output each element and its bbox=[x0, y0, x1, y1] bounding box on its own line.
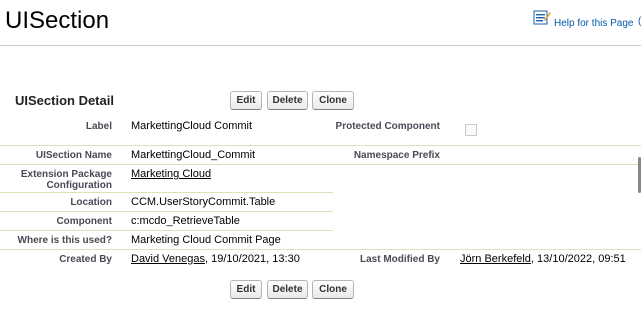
delete-button-top[interactable]: Delete bbox=[267, 91, 308, 110]
row-divider bbox=[0, 164, 641, 165]
label-field-value: MarkettingCloud Commit bbox=[131, 120, 253, 132]
location-value: CCM.UserStoryCommit.Table bbox=[131, 196, 276, 208]
row-divider bbox=[0, 249, 641, 250]
row-divider bbox=[0, 192, 333, 193]
uisection-name-value: MarkettingCloud_Commit bbox=[131, 149, 256, 161]
where-used-label: Where is this used? bbox=[17, 235, 112, 246]
extension-package-label: Extension Package Configuration bbox=[20, 169, 112, 191]
location-label: Location bbox=[70, 197, 112, 208]
page-title: UISection bbox=[5, 7, 110, 34]
title-divider bbox=[0, 45, 641, 46]
created-by-label: Created By bbox=[59, 254, 112, 265]
label-field-label: Label bbox=[85, 121, 112, 132]
created-by-value: David Venegas, 19/10/2021, 13:30 bbox=[131, 253, 300, 265]
section-title: UISection Detail bbox=[15, 93, 114, 108]
clone-button-bottom[interactable]: Clone bbox=[312, 280, 354, 299]
component-value: c:mcdo_RetrieveTable bbox=[131, 215, 240, 227]
where-used-value: Marketing Cloud Commit Page bbox=[131, 234, 281, 246]
help-page-icon bbox=[533, 10, 551, 25]
created-by-date: , 19/10/2021, 13:30 bbox=[205, 253, 300, 265]
protected-component-label: Protected Component bbox=[335, 121, 440, 132]
created-by-user-link[interactable]: David Venegas bbox=[131, 253, 205, 265]
edit-button-top[interactable]: Edit bbox=[230, 91, 262, 110]
delete-button-bottom[interactable]: Delete bbox=[267, 280, 308, 299]
uisection-name-label: UISection Name bbox=[35, 150, 112, 161]
edit-button-bottom[interactable]: Edit bbox=[230, 280, 262, 299]
component-label: Component bbox=[56, 216, 112, 227]
row-divider bbox=[0, 230, 333, 231]
extension-package-link[interactable]: Marketing Cloud bbox=[131, 168, 211, 180]
last-modified-by-date: , 13/10/2022, 09:51 bbox=[530, 253, 626, 265]
protected-component-checkbox bbox=[465, 124, 477, 136]
row-divider bbox=[0, 145, 641, 146]
last-modified-by-user-link[interactable]: Jörn Berkefeld bbox=[460, 253, 531, 265]
namespace-prefix-label: Namespace Prefix bbox=[353, 150, 440, 161]
last-modified-by-label: Last Modified By bbox=[359, 254, 440, 265]
last-modified-by-value: Jörn Berkefeld, 13/10/2022, 09:51 bbox=[460, 253, 626, 265]
row-divider bbox=[0, 211, 333, 212]
help-link-label[interactable]: Help for this Page bbox=[554, 18, 634, 29]
clone-button-top[interactable]: Clone bbox=[312, 91, 354, 110]
